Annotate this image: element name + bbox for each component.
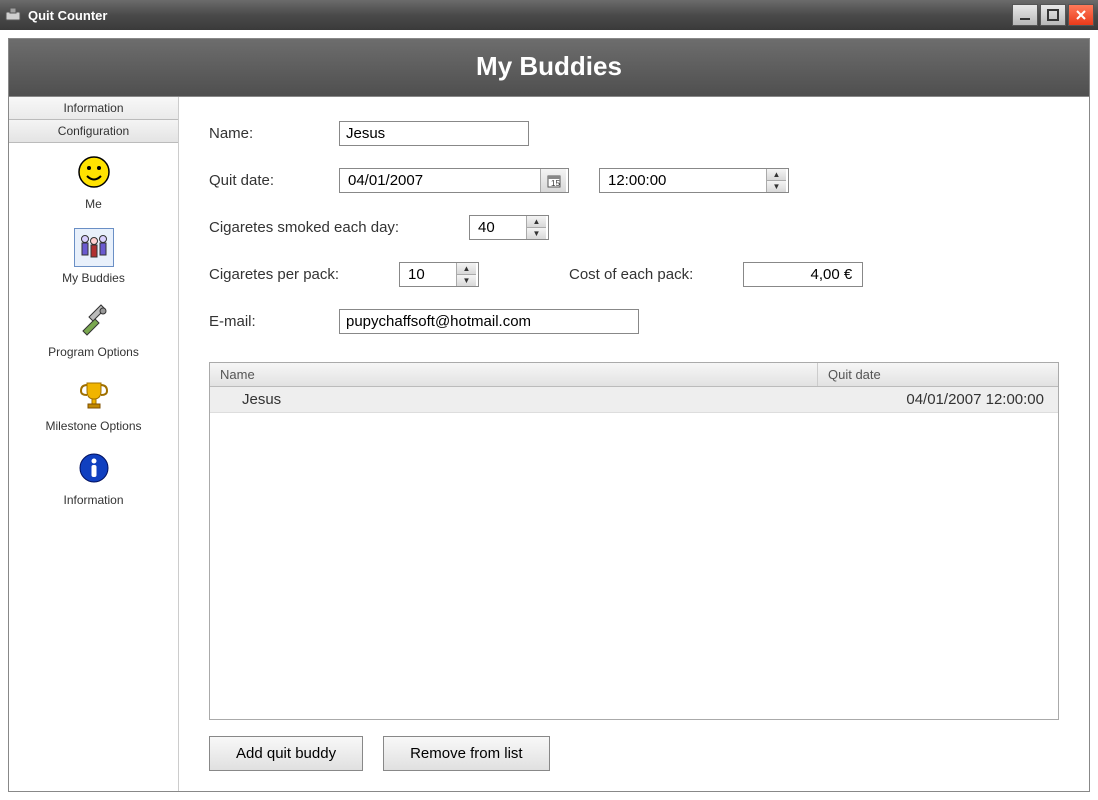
svg-text:15: 15 (551, 179, 560, 188)
list-item[interactable]: Jesus 04/01/2007 12:00:00 (210, 387, 1058, 413)
inner-frame: My Buddies Information Configuration (8, 38, 1090, 792)
column-header-quit-date[interactable]: Quit date (818, 363, 1058, 386)
spinner-down-icon[interactable]: ▼ (767, 181, 786, 192)
spinner-up-icon[interactable]: ▲ (767, 169, 786, 181)
tools-icon (75, 301, 113, 342)
trophy-icon (75, 375, 113, 416)
cigs-per-day-input[interactable] (470, 216, 526, 239)
sidebar-item-label: Milestone Options (9, 419, 178, 433)
cigs-per-pack-label: Cigaretes per pack: (209, 266, 399, 283)
spinner-up-icon[interactable]: ▲ (527, 216, 546, 228)
add-quit-buddy-button[interactable]: Add quit buddy (209, 736, 363, 771)
main-content: Name: Quit date: 15 ▲ (179, 97, 1089, 791)
minimize-button[interactable] (1012, 4, 1038, 26)
cigs-per-pack-input[interactable] (400, 263, 456, 286)
sidebar-item-information[interactable]: Information (9, 439, 178, 513)
sidebar-tab-information[interactable]: Information (9, 97, 178, 120)
quit-date-label: Quit date: (209, 172, 339, 189)
people-icon (74, 228, 114, 267)
sidebar: Information Configuration Me (9, 97, 179, 791)
list-cell-name: Jesus (210, 387, 818, 412)
remove-from-list-button[interactable]: Remove from list (383, 736, 550, 771)
sidebar-tab-configuration[interactable]: Configuration (9, 120, 178, 143)
sidebar-item-label: Me (9, 197, 178, 211)
quit-date-picker[interactable]: 15 (339, 168, 569, 193)
page-title: My Buddies (9, 39, 1089, 97)
app-icon (4, 6, 22, 24)
name-label: Name: (209, 125, 339, 142)
maximize-button[interactable] (1040, 4, 1066, 26)
smiley-icon (75, 153, 113, 194)
sidebar-item-program-options[interactable]: Program Options (9, 291, 178, 365)
sidebar-item-label: Information (9, 493, 178, 507)
window-title: Quit Counter (28, 8, 107, 23)
cigs-per-day-label: Cigaretes smoked each day: (209, 219, 469, 236)
cigs-per-day-stepper[interactable]: ▲ ▼ (469, 215, 549, 240)
email-label: E-mail: (209, 313, 339, 330)
sidebar-item-milestone-options[interactable]: Milestone Options (9, 365, 178, 439)
sidebar-item-me[interactable]: Me (9, 143, 178, 217)
app-window: Quit Counter My Buddies Information Conf… (0, 0, 1098, 800)
cost-per-pack-input[interactable] (743, 262, 863, 287)
cigs-per-pack-stepper[interactable]: ▲ ▼ (399, 262, 479, 287)
quit-time-picker[interactable]: ▲ ▼ (599, 168, 789, 193)
list-cell-date: 04/01/2007 12:00:00 (818, 387, 1058, 412)
sidebar-item-label: My Buddies (9, 271, 178, 285)
close-button[interactable] (1068, 4, 1094, 26)
buddy-list: Name Quit date Jesus 04/01/2007 12:00:00 (209, 362, 1059, 720)
titlebar: Quit Counter (0, 0, 1098, 30)
spinner-down-icon[interactable]: ▼ (527, 228, 546, 239)
calendar-icon[interactable]: 15 (540, 169, 566, 192)
spinner-down-icon[interactable]: ▼ (457, 275, 476, 286)
quit-date-input[interactable] (340, 169, 540, 192)
spinner-up-icon[interactable]: ▲ (457, 263, 476, 275)
name-input[interactable] (339, 121, 529, 146)
quit-time-input[interactable] (600, 169, 766, 192)
cost-per-pack-label: Cost of each pack: (569, 266, 693, 283)
list-header: Name Quit date (210, 363, 1058, 387)
email-input[interactable] (339, 309, 639, 334)
column-header-name[interactable]: Name (210, 363, 818, 386)
sidebar-item-my-buddies[interactable]: My Buddies (9, 217, 178, 291)
info-icon (75, 449, 113, 490)
sidebar-item-label: Program Options (9, 345, 178, 359)
